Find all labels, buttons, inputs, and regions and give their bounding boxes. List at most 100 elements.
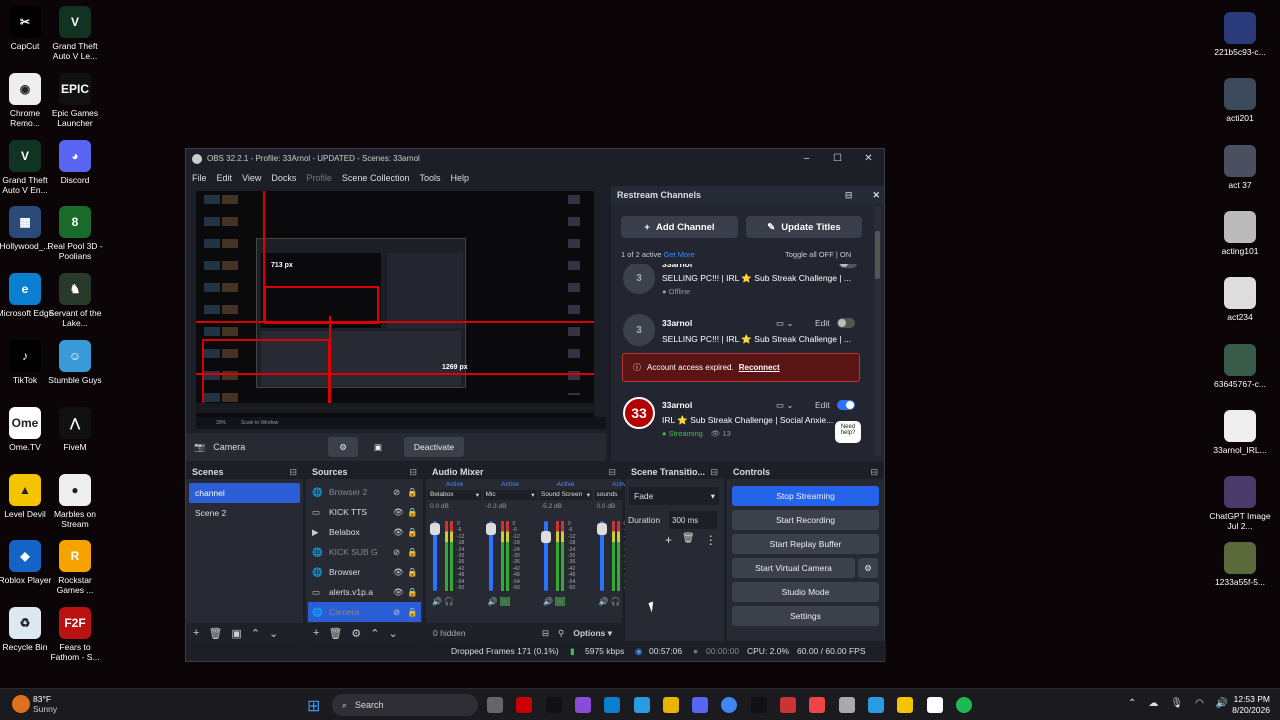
visibility-icon[interactable]: ⊘ xyxy=(393,487,407,498)
channel-toggle-1[interactable] xyxy=(839,264,857,268)
store-icon[interactable] xyxy=(838,697,855,713)
headphone-icon[interactable]: 🎧 xyxy=(499,597,510,606)
desktop-icon[interactable]: 33arnol_IRL... xyxy=(1209,409,1271,455)
need-help-button[interactable]: Need help? xyxy=(835,421,861,443)
desktop-icon[interactable]: F2F Fears to Fathom - S... xyxy=(44,607,106,662)
lock-icon[interactable]: 🔒 xyxy=(407,487,421,498)
menu-profile[interactable]: Profile xyxy=(306,173,332,183)
desktop-icon[interactable]: R Rockstar Games ... xyxy=(44,540,106,595)
app-icon[interactable] xyxy=(574,697,591,713)
desktop-icon[interactable]: V Grand Theft Auto V Le... xyxy=(44,6,106,61)
hidden-count[interactable]: 0 hidden xyxy=(433,628,466,638)
desktop-icon[interactable]: 221b5c93-c... xyxy=(1209,12,1271,57)
gear-icon[interactable]: ⚙ xyxy=(351,627,361,640)
filter-icon[interactable]: ▣ xyxy=(231,627,241,640)
menu-view[interactable]: View xyxy=(242,173,261,183)
undock-icon[interactable]: ⊟ xyxy=(870,467,878,478)
trash-icon[interactable]: 🗑 xyxy=(208,627,222,640)
link-icon[interactable]: ⚲ xyxy=(558,628,564,639)
menu-tools[interactable]: Tools xyxy=(419,173,440,183)
source-item[interactable]: ▶ Belabox 👁 🔒 xyxy=(308,522,421,542)
trash-icon[interactable]: 🗑 xyxy=(682,533,695,547)
gear-icon[interactable]: ⚙ xyxy=(328,437,358,457)
selection-box[interactable] xyxy=(264,286,379,324)
start-recording-button[interactable]: Start Recording xyxy=(732,510,879,530)
desktop-icon[interactable]: 8 Real Pool 3D - Poolians xyxy=(44,206,106,261)
source-item[interactable]: ▭ alerts.v1p.a 👁 🔒 xyxy=(308,582,421,602)
monitor-icon[interactable]: ▭ ⌄ xyxy=(776,318,794,329)
add-channel-button[interactable]: + Add Channel xyxy=(621,216,738,238)
lock-icon[interactable]: 🔒 xyxy=(407,607,421,618)
update-titles-button[interactable]: ✎ Update Titles xyxy=(746,216,862,238)
menu-help[interactable]: Help xyxy=(450,173,469,183)
desktop-icon[interactable]: ☺ Stumble Guys xyxy=(44,340,106,385)
up-icon[interactable]: ⌃ xyxy=(370,627,379,640)
toggle-all[interactable]: Toggle all OFF | ON xyxy=(785,250,851,259)
headphone-icon[interactable]: 🎧 xyxy=(555,597,566,606)
scrollbar[interactable] xyxy=(874,206,881,456)
edit-button[interactable]: Edit xyxy=(815,318,830,328)
steam-icon[interactable] xyxy=(604,697,621,713)
desktop-icon[interactable]: acting101 xyxy=(1209,210,1271,256)
weather-widget[interactable]: 83°F Sunny xyxy=(33,694,57,714)
close-button[interactable]: ✕ xyxy=(853,153,884,164)
desktop-icon[interactable]: act234 xyxy=(1209,277,1271,322)
scene-item[interactable]: Scene 2 xyxy=(189,503,300,523)
visibility-icon[interactable]: 👁 xyxy=(393,567,407,578)
undock-icon[interactable]: ⊟ xyxy=(608,467,616,478)
desktop-icon[interactable]: acti201 xyxy=(1209,78,1271,123)
source-item[interactable]: 🌐 Camera ⊘ 🔒 xyxy=(308,602,421,622)
channel-toggle-2[interactable] xyxy=(837,318,855,328)
volume-icon[interactable]: 🔊 xyxy=(543,597,553,606)
menu-file[interactable]: File xyxy=(192,173,207,183)
spotify-icon[interactable] xyxy=(955,697,972,713)
app-icon[interactable] xyxy=(516,697,533,713)
source-item[interactable]: 🌐 Browser 2 ⊘ 🔒 xyxy=(308,482,421,502)
zoom-percent[interactable]: 30% xyxy=(216,420,226,426)
stop-streaming-button[interactable]: Stop Streaming xyxy=(732,486,879,506)
desktop-icon[interactable]: ◕ Discord xyxy=(44,139,106,185)
down-icon[interactable]: ⌄ xyxy=(389,627,398,640)
lock-icon[interactable]: 🔒 xyxy=(407,567,421,578)
app-icon[interactable] xyxy=(897,697,914,713)
desktop-icon[interactable]: EPIC Epic Games Launcher xyxy=(44,72,106,128)
virtual-camera-button[interactable]: Start Virtual Camera xyxy=(732,558,855,578)
gear-icon[interactable]: ⚙ xyxy=(858,558,878,578)
file-explorer-icon[interactable] xyxy=(662,697,679,713)
scene-item[interactable]: channel xyxy=(189,483,300,503)
volume-icon[interactable]: 🔊 xyxy=(488,597,498,606)
replay-buffer-button[interactable]: Start Replay Buffer xyxy=(732,534,879,554)
volume-icon[interactable]: 🔊 xyxy=(1216,698,1228,709)
desktop-icon[interactable]: ● Marbles on Stream xyxy=(44,473,106,529)
duration-input[interactable]: 300 ms xyxy=(669,511,717,529)
undock-icon[interactable]: ⊟ xyxy=(409,467,417,478)
visibility-icon[interactable]: 👁 xyxy=(393,587,407,598)
up-icon[interactable]: ⌃ xyxy=(251,627,260,640)
menu-scene-collection[interactable]: Scene Collection xyxy=(342,173,410,183)
discord-icon[interactable] xyxy=(692,697,709,713)
start-icon[interactable]: ⊞ xyxy=(307,696,320,716)
lock-icon[interactable]: 🔒 xyxy=(407,507,421,518)
desktop-icon[interactable]: ♞ Servant of the Lake... xyxy=(44,273,106,328)
visibility-icon[interactable]: ⊘ xyxy=(393,607,407,618)
visibility-icon[interactable]: 👁 xyxy=(393,507,407,518)
headphone-icon[interactable]: 🎧 xyxy=(444,597,454,606)
transition-select[interactable]: Fade ▾ xyxy=(629,487,719,505)
lock-icon[interactable]: 🔒 xyxy=(407,547,421,558)
filters-icon[interactable]: ▣ xyxy=(366,437,390,457)
down-icon[interactable]: ⌄ xyxy=(269,627,278,640)
volume-icon[interactable]: 🔊 xyxy=(432,597,442,606)
visibility-icon[interactable]: ⊘ xyxy=(393,547,407,558)
dock-close-icon[interactable]: ✕ xyxy=(872,190,880,201)
channel-name[interactable]: Sound Screen ▾ xyxy=(539,490,592,500)
lock-icon[interactable]: 🔒 xyxy=(407,587,421,598)
headphone-icon[interactable]: 🎧 xyxy=(611,597,621,606)
desktop-icon[interactable]: 63645767-c... xyxy=(1209,343,1271,389)
minimize-button[interactable]: – xyxy=(791,153,822,164)
undock-icon[interactable]: ⊟ xyxy=(845,190,853,201)
obs-icon[interactable] xyxy=(809,697,826,713)
options-button[interactable]: Options ▾ xyxy=(573,628,612,639)
undock-icon[interactable]: ⊟ xyxy=(289,467,297,478)
app-icon[interactable] xyxy=(867,697,884,713)
desktop-icon[interactable]: act 37 xyxy=(1209,144,1271,190)
